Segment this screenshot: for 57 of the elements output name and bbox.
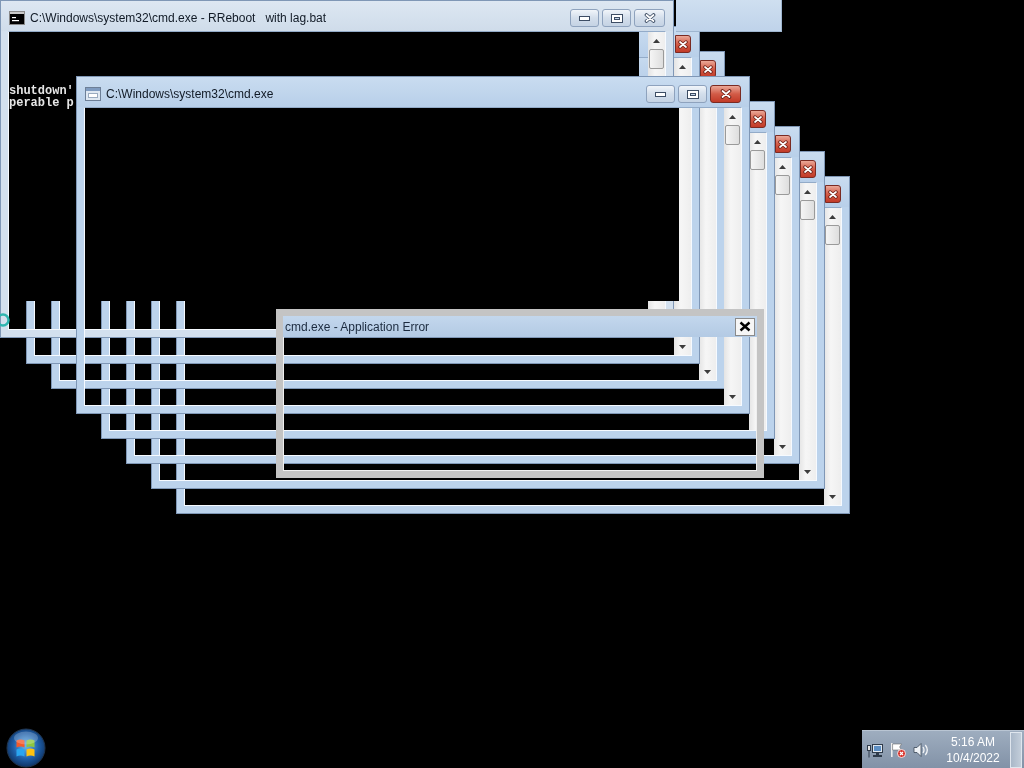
close-button[interactable] [800,160,816,178]
down-arrow-icon [729,394,736,399]
down-arrow-icon [704,369,711,374]
close-icon [803,164,813,174]
close-button[interactable] [825,185,841,203]
flag-icon[interactable] [890,741,906,758]
up-arrow-icon [754,139,761,144]
window-icon [85,87,101,101]
scrollbar[interactable] [724,108,741,405]
close-icon [678,39,688,49]
minimize-button[interactable] [646,85,675,103]
scroll-thumb[interactable] [800,200,815,220]
close-icon [753,114,763,124]
close-button[interactable] [735,317,755,336]
close-button[interactable] [710,85,741,103]
minimize-icon [579,15,590,21]
up-arrow-icon [829,214,836,219]
clock-date[interactable]: 10/4/2022 [946,749,1000,766]
clock-time[interactable]: 5:16 AM [951,733,995,750]
up-arrow-icon [653,38,660,43]
scroll-thumb[interactable] [825,225,840,245]
up-arrow-icon [679,64,686,69]
ring-icon [0,312,11,328]
maximize-button[interactable] [678,85,707,103]
console-line: shutdown' [9,85,74,97]
scroll-thumb[interactable] [750,150,765,170]
close-icon [828,189,838,199]
close-icon [719,89,732,99]
orb-icon [6,728,46,768]
close-button[interactable] [750,110,766,128]
down-arrow-icon [804,469,811,474]
dialog-title: cmd.exe - Application Error [285,319,430,334]
monitor-icon[interactable] [867,741,883,758]
start-button[interactable] [6,728,46,768]
scroll-thumb[interactable] [725,125,740,145]
down-arrow-icon [829,494,836,499]
scroll-thumb[interactable] [649,49,664,69]
scroll-thumb[interactable] [775,175,790,195]
speaker-icon[interactable] [913,741,929,758]
close-icon [643,13,656,23]
window-title: C:\Windows\system32\cmd.exe - RReboot with lag.bat [30,11,327,25]
close-icon [778,139,788,149]
console-icon [9,11,25,25]
up-arrow-icon [804,189,811,194]
maximize-icon [610,13,623,23]
down-arrow-icon [679,344,686,349]
minimize-icon [655,91,666,97]
up-arrow-icon [729,114,736,119]
down-arrow-icon [779,444,786,449]
maximize-icon [686,89,699,99]
window-title: C:\Windows\system32\cmd.exe [106,87,274,101]
up-arrow-icon [779,164,786,169]
close-icon [739,321,751,332]
close-icon [703,64,713,74]
console-line: perable p [9,97,74,109]
close-button[interactable] [675,35,691,53]
close-button[interactable] [775,135,791,153]
